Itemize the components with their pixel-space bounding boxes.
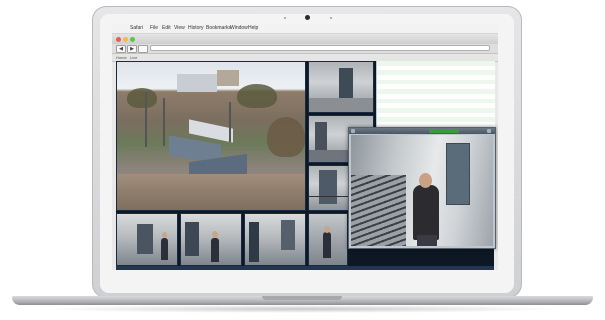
menu-item[interactable]: Edit [162,25,171,32]
person-head [324,226,330,233]
door-shape [339,68,353,102]
popup-close-icon[interactable] [351,129,355,133]
browser-toolbar: ◀ ▶ [112,44,498,54]
webcam-icon [305,15,310,20]
door-shape [319,170,337,204]
back-button[interactable]: ◀ [116,45,126,53]
window-titlebar [112,34,498,44]
person-shape [323,232,331,258]
person-head [419,173,432,188]
door-shape [446,143,470,205]
camera-view-lobby-3[interactable] [244,213,306,266]
camera-view-substation[interactable] [116,61,306,211]
door-shape [249,222,259,262]
sensor-dot [284,17,286,19]
floor-shape [309,98,373,112]
tree-shape [267,117,305,157]
person-shape [211,238,219,262]
power-pole [163,98,165,146]
menu-item[interactable]: Bookmarks [206,25,231,32]
minimize-light-icon[interactable] [123,37,128,42]
power-pole [229,102,231,142]
popup-status-bar [429,129,459,133]
camera-viewer [116,61,496,266]
address-field[interactable] [150,45,490,51]
reload-button[interactable] [138,45,148,53]
bookmark-item[interactable]: Live [130,54,137,61]
forward-button[interactable]: ▶ [127,45,137,53]
sensor-dot [330,17,332,19]
power-pole [145,92,147,147]
popup-camera-view[interactable] [351,135,493,246]
person-legs [417,235,437,246]
laptop-shadow [40,305,565,313]
camera-view-lobby-1[interactable] [116,213,178,266]
screen: Safari File Edit View History Bookmarks … [112,24,498,270]
menu-item[interactable]: File [150,25,158,32]
person-head [212,231,218,238]
menu-bar: Safari File Edit View History Bookmarks … [112,24,498,34]
zoom-light-icon[interactable] [130,37,135,42]
camera-view-corridor-1[interactable] [308,61,374,113]
event-log-list[interactable] [376,61,495,137]
laptop-base-notch [262,296,342,300]
viewer-footer-bar [116,266,494,270]
menu-item[interactable]: View [174,25,185,32]
tree-shape [237,84,277,108]
menu-item[interactable]: Window [230,25,248,32]
person-head [162,232,167,238]
camera-view-lobby-2[interactable] [180,213,242,266]
door-shape [315,122,327,152]
camera-view-stairs[interactable] [308,213,348,266]
close-light-icon[interactable] [116,37,121,42]
stairs-shape [351,175,406,246]
ground-shape [117,174,305,210]
building-shape [177,74,217,92]
person-shape [161,238,168,260]
menu-item[interactable]: Help [248,25,258,32]
bookmark-item[interactable]: Home [116,54,127,61]
door-shape [185,222,199,256]
popup-titlebar[interactable] [349,128,495,134]
tree-shape [127,88,157,108]
menu-item[interactable]: Safari [130,25,143,32]
door-shape [281,220,295,250]
popup-menu-icon[interactable] [487,129,491,133]
person-shape [413,185,439,240]
camera-popup-window[interactable] [348,127,496,249]
door-shape [137,224,153,254]
menu-item[interactable]: History [188,25,204,32]
building-shape [217,70,239,86]
